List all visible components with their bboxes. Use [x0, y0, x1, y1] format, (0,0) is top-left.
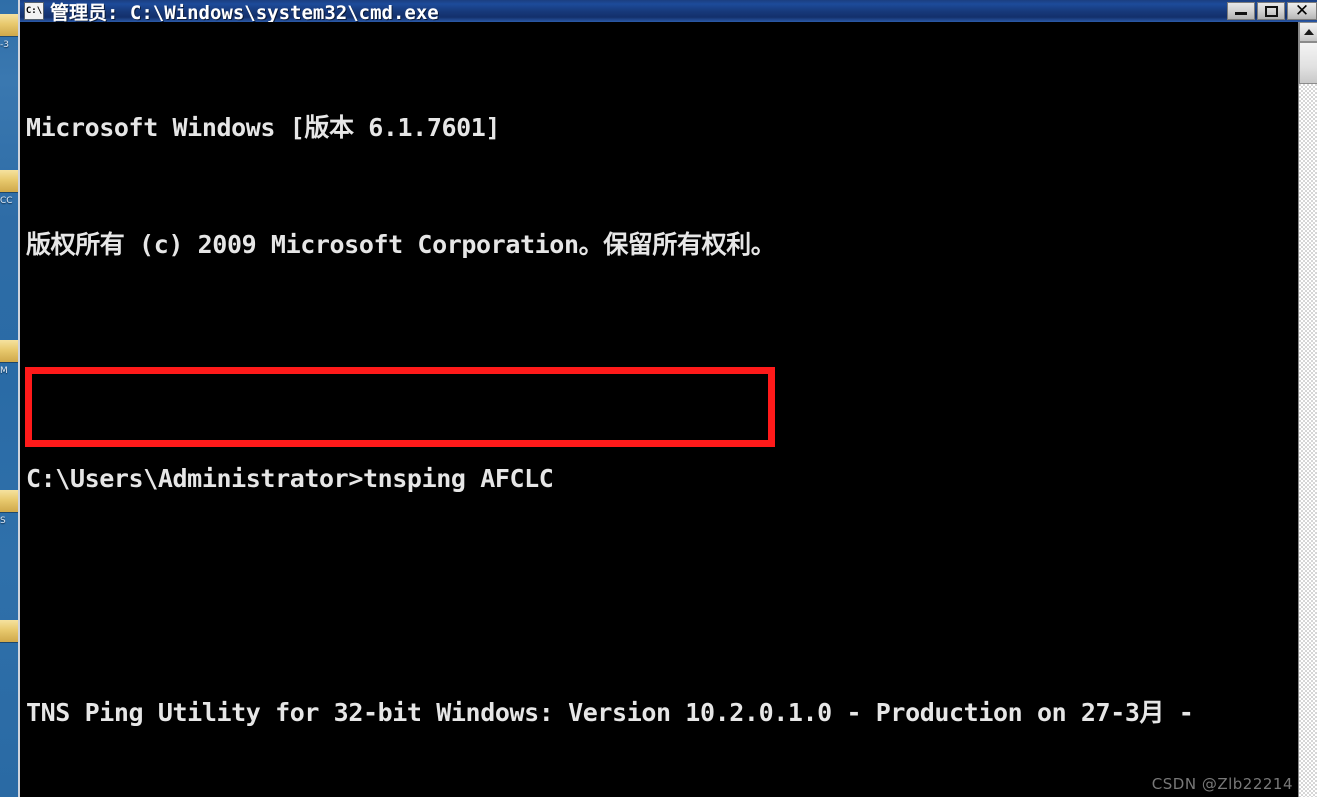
- watermark: CSDN @Zlb22214: [1151, 775, 1293, 793]
- window-titlebar[interactable]: C:\ 管理员: C:\Windows\system32\cmd.exe ✕: [20, 0, 1317, 22]
- cmd-window: C:\ 管理员: C:\Windows\system32\cmd.exe ✕ M…: [18, 0, 1317, 797]
- console-output-area[interactable]: Microsoft Windows [版本 6.1.7601] 版权所有 (c)…: [20, 22, 1317, 797]
- cmd-icon: C:\: [24, 2, 44, 20]
- console-line: TNS Ping Utility for 32-bit Windows: Ver…: [26, 698, 1194, 727]
- scrollbar-thumb[interactable]: [1299, 42, 1317, 84]
- console-line: 版权所有 (c) 2009 Microsoft Corporation。保留所有…: [26, 230, 776, 259]
- console-line-command: C:\Users\Administrator>tnsping AFCLC: [26, 464, 554, 493]
- close-icon: ✕: [1294, 0, 1310, 21]
- close-button[interactable]: ✕: [1287, 2, 1317, 20]
- vertical-scrollbar[interactable]: [1298, 22, 1317, 797]
- chevron-up-icon: [1304, 29, 1314, 35]
- screen: -3 CC M S C:\ 管理员: C:\Windows\system32\c…: [0, 0, 1317, 797]
- window-controls: ✕: [1227, 2, 1317, 20]
- console-text: Microsoft Windows [版本 6.1.7601] 版权所有 (c)…: [26, 30, 1296, 797]
- window-title: 管理员: C:\Windows\system32\cmd.exe: [50, 1, 439, 23]
- minimize-button[interactable]: [1227, 2, 1255, 20]
- maximize-button[interactable]: [1257, 2, 1285, 20]
- scroll-up-button[interactable]: [1299, 22, 1317, 42]
- console-line: Microsoft Windows [版本 6.1.7601]: [26, 113, 501, 142]
